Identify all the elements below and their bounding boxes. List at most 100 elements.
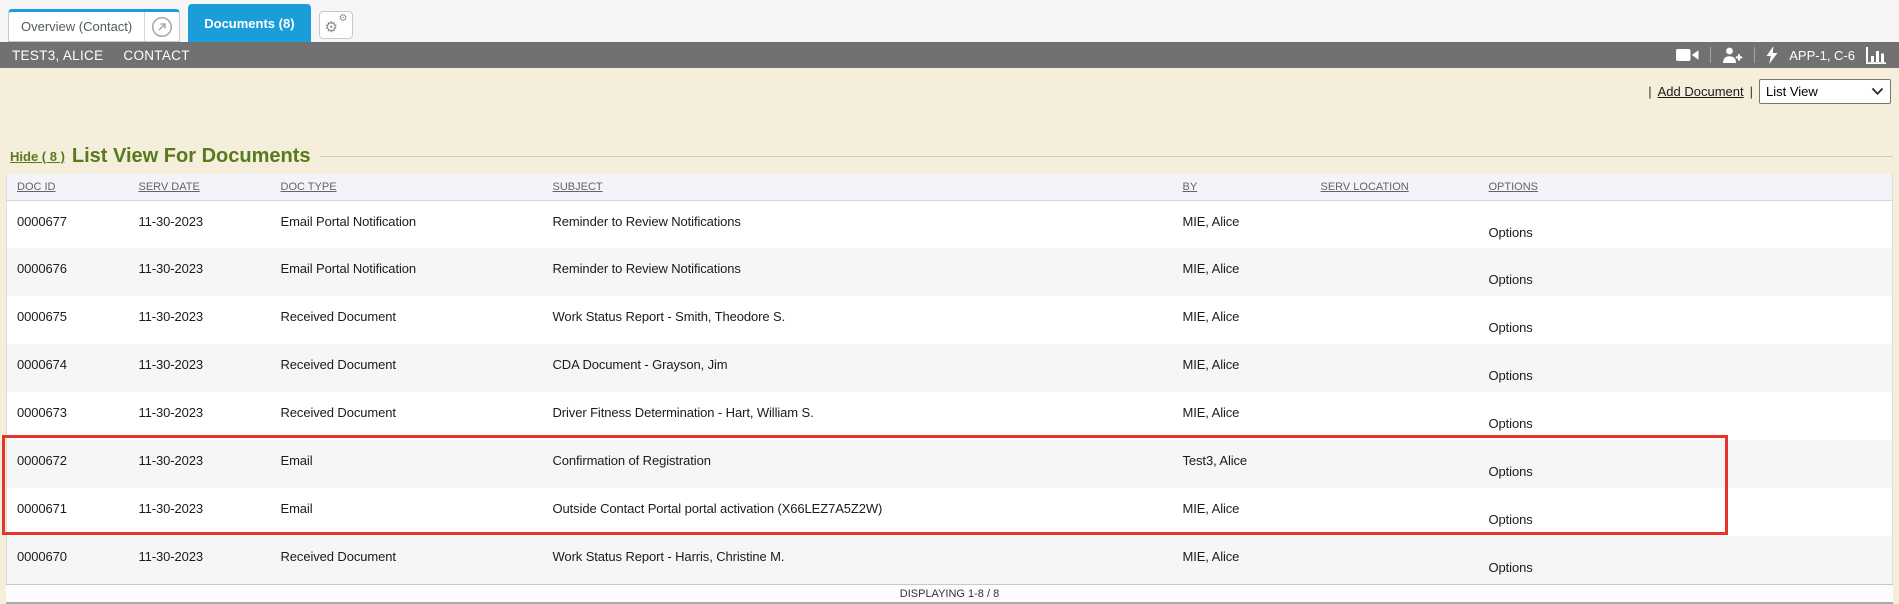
- column-header-doc_type[interactable]: DOC TYPE: [271, 174, 543, 200]
- cell-by: MIE, Alice: [1173, 488, 1311, 536]
- cell-doc_type: Received Document: [271, 536, 543, 584]
- documents-table-wrap: DOC IDSERV DATEDOC TYPESUBJECTBYSERV LOC…: [6, 174, 1893, 604]
- cell-by: MIE, Alice: [1173, 344, 1311, 392]
- tab-strip: Overview (Contact) Documents (8) ⚙︎ ⚙︎: [0, 0, 1899, 42]
- cell-doc_type: Email Portal Notification: [271, 200, 543, 248]
- cell-subject: Reminder to Review Notifications: [543, 200, 1173, 248]
- table-row: 000067611-30-2023Email Portal Notificati…: [7, 248, 1893, 296]
- cell-serv_date: 11-30-2023: [129, 296, 271, 344]
- panel-title: List View For Documents: [72, 145, 311, 168]
- gear-icon-small: ⚙︎: [339, 14, 348, 24]
- cell-serv_location: [1311, 392, 1479, 440]
- table-row: 000067511-30-2023Received DocumentWork S…: [7, 296, 1893, 344]
- table-row: 000067211-30-2023EmailConfirmation of Re…: [7, 440, 1893, 488]
- cell-serv_date: 11-30-2023: [129, 536, 271, 584]
- table-footer: DISPLAYING 1-8 / 8: [6, 584, 1893, 604]
- view-select-wrap: List View: [1759, 79, 1891, 104]
- context-bar-actions: APP-1, C-6: [1676, 46, 1889, 64]
- cell-doc_id: 0000672: [7, 440, 129, 488]
- documents-table: DOC IDSERV DATEDOC TYPESUBJECTBYSERV LOC…: [6, 174, 1893, 584]
- app-label: APP-1, C-6: [1789, 48, 1855, 63]
- cell-subject: Outside Contact Portal portal activation…: [543, 488, 1173, 536]
- table-header-row: DOC IDSERV DATEDOC TYPESUBJECTBYSERV LOC…: [7, 174, 1893, 200]
- cell-by: MIE, Alice: [1173, 536, 1311, 584]
- column-header-serv_location[interactable]: SERV LOCATION: [1311, 174, 1479, 200]
- column-header-subject[interactable]: SUBJECT: [543, 174, 1173, 200]
- table-row: 000067311-30-2023Received DocumentDriver…: [7, 392, 1893, 440]
- separator: |: [1648, 84, 1651, 99]
- cell-options[interactable]: Options: [1479, 488, 1893, 536]
- settings-button[interactable]: ⚙︎ ⚙︎: [319, 11, 353, 39]
- cell-serv_date: 11-30-2023: [129, 440, 271, 488]
- tab-documents[interactable]: Documents (8): [188, 4, 310, 42]
- bar-chart-icon[interactable]: [1866, 47, 1889, 64]
- table-row: 000067011-30-2023Received DocumentWork S…: [7, 536, 1893, 584]
- cell-by: MIE, Alice: [1173, 248, 1311, 296]
- table-row: 000067711-30-2023Email Portal Notificati…: [7, 200, 1893, 248]
- cell-doc_id: 0000670: [7, 536, 129, 584]
- cell-doc_type: Received Document: [271, 296, 543, 344]
- cell-serv_location: [1311, 344, 1479, 392]
- column-header-doc_id[interactable]: DOC ID: [7, 174, 129, 200]
- add-document-link[interactable]: Add Document: [1658, 84, 1744, 99]
- cell-doc_type: Email: [271, 440, 543, 488]
- lightning-bolt-icon[interactable]: [1766, 46, 1778, 64]
- cell-options[interactable]: Options: [1479, 440, 1893, 488]
- cell-doc_id: 0000674: [7, 344, 129, 392]
- cell-options[interactable]: Options: [1479, 200, 1893, 248]
- cell-options[interactable]: Options: [1479, 536, 1893, 584]
- video-camera-icon[interactable]: [1676, 48, 1699, 62]
- cell-by: MIE, Alice: [1173, 392, 1311, 440]
- gear-icon: ⚙︎: [325, 20, 338, 35]
- actions-row: | Add Document | List View: [0, 78, 1899, 104]
- toolbar-divider: [1710, 47, 1711, 63]
- cell-options[interactable]: Options: [1479, 248, 1893, 296]
- add-person-icon[interactable]: [1722, 47, 1743, 64]
- column-header-serv_date[interactable]: SERV DATE: [129, 174, 271, 200]
- tab-overview-contact[interactable]: Overview (Contact): [8, 9, 180, 42]
- cell-serv_date: 11-30-2023: [129, 248, 271, 296]
- pagination-status: DISPLAYING 1-8 / 8: [900, 588, 999, 600]
- entity-name: TEST3, ALICE: [12, 48, 103, 63]
- tab-overview-label: Overview (Contact): [9, 19, 144, 34]
- cell-doc_id: 0000675: [7, 296, 129, 344]
- cell-by: MIE, Alice: [1173, 296, 1311, 344]
- cell-doc_id: 0000671: [7, 488, 129, 536]
- cell-doc_id: 0000673: [7, 392, 129, 440]
- cell-doc_type: Received Document: [271, 344, 543, 392]
- cell-serv_location: [1311, 248, 1479, 296]
- toolbar-divider: [1754, 47, 1755, 63]
- cell-subject: Reminder to Review Notifications: [543, 248, 1173, 296]
- cell-doc_type: Email: [271, 488, 543, 536]
- panel-legend-row: Hide ( 8 ) List View For Documents: [10, 144, 1893, 168]
- cell-options[interactable]: Options: [1479, 344, 1893, 392]
- cell-subject: Work Status Report - Harris, Christine M…: [543, 536, 1173, 584]
- hide-link[interactable]: Hide ( 8 ): [10, 149, 65, 164]
- cell-subject: CDA Document - Grayson, Jim: [543, 344, 1173, 392]
- table-row: 000067111-30-2023EmailOutside Contact Po…: [7, 488, 1893, 536]
- cell-serv_location: [1311, 536, 1479, 584]
- cell-doc_id: 0000677: [7, 200, 129, 248]
- cell-options[interactable]: Options: [1479, 296, 1893, 344]
- cell-serv_date: 11-30-2023: [129, 200, 271, 248]
- cell-doc_type: Email Portal Notification: [271, 248, 543, 296]
- cell-doc_type: Received Document: [271, 392, 543, 440]
- column-header-options[interactable]: OPTIONS: [1479, 174, 1893, 200]
- cell-subject: Work Status Report - Smith, Theodore S.: [543, 296, 1173, 344]
- cell-serv_location: [1311, 488, 1479, 536]
- cell-serv_date: 11-30-2023: [129, 344, 271, 392]
- tab-documents-label: Documents (8): [204, 16, 294, 31]
- popout-circle-arrow-icon[interactable]: [145, 12, 179, 41]
- cell-serv_location: [1311, 440, 1479, 488]
- view-select[interactable]: List View: [1759, 79, 1891, 104]
- cell-options[interactable]: Options: [1479, 392, 1893, 440]
- page-content: | Add Document | List View Hide ( 8 ) Li…: [0, 68, 1899, 604]
- cell-serv_date: 11-30-2023: [129, 392, 271, 440]
- cell-by: Test3, Alice: [1173, 440, 1311, 488]
- cell-by: MIE, Alice: [1173, 200, 1311, 248]
- separator: |: [1750, 84, 1753, 99]
- cell-serv_date: 11-30-2023: [129, 488, 271, 536]
- table-row: 000067411-30-2023Received DocumentCDA Do…: [7, 344, 1893, 392]
- cell-subject: Confirmation of Registration: [543, 440, 1173, 488]
- column-header-by[interactable]: BY: [1173, 174, 1311, 200]
